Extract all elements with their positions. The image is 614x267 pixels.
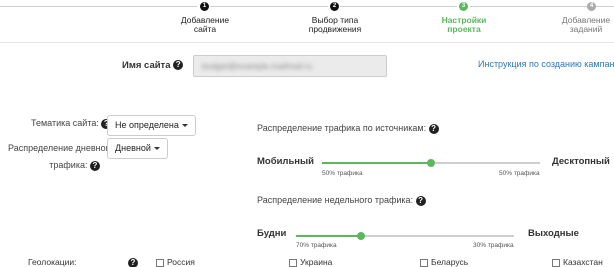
geo-option-label: Украина: [300, 257, 333, 267]
slider-fill: [296, 235, 362, 237]
step-4-label[interactable]: Добавление заданий: [556, 16, 614, 34]
weekly-distribution-title: Распределение недельного трафика: ?: [257, 195, 426, 206]
desktop-caption: 50% трафика: [499, 170, 540, 177]
step-connector: [470, 6, 590, 7]
site-name-value: budget@example.mailmail.ru: [202, 61, 313, 71]
geo-option-ukraine[interactable]: Украина: [289, 257, 332, 267]
step-3-label[interactable]: Настройки проекта: [424, 16, 504, 34]
step-1-indicator[interactable]: 1: [200, 2, 209, 11]
weekend-label: Выходные: [528, 228, 579, 239]
source-distribution-title-text: Распределение трафика по источникам:: [257, 123, 427, 133]
site-name-label: Имя сайта ?: [122, 60, 184, 71]
question-circle-icon[interactable]: ?: [128, 257, 138, 267]
theme-dropdown-value: Не определена: [115, 120, 179, 130]
source-distribution-title: Распределение трафика по источникам: ?: [257, 123, 439, 134]
step-connector: [340, 6, 457, 7]
step-2-label[interactable]: Выбор типа продвижения: [295, 16, 375, 34]
daily-distribution-label-line1: Распределение дневного: [8, 143, 114, 153]
step-connector: [0, 6, 197, 7]
daily-distribution-dropdown[interactable]: Дневной: [107, 138, 168, 159]
checkbox[interactable]: [552, 258, 560, 267]
step-connector: [596, 6, 614, 7]
caret-down-icon: [153, 147, 160, 151]
weekend-caption: 30% трафика: [473, 242, 514, 249]
daily-distribution-value: Дневной: [115, 143, 151, 153]
geo-label: Геолокации:: [28, 257, 77, 267]
slider-fill: [322, 162, 431, 164]
weekdays-label: Будни: [257, 228, 287, 239]
weekly-distribution-title-text: Распределение недельного трафика:: [257, 195, 414, 205]
geo-option-kazakhstan[interactable]: Казахстан: [552, 257, 603, 267]
slider-handle[interactable]: [427, 159, 435, 167]
header-divider: [0, 42, 614, 43]
source-distribution-slider[interactable]: [322, 159, 540, 167]
weekdays-caption: 70% трафика: [296, 242, 337, 249]
step-connector: [210, 6, 328, 7]
step-4-indicator[interactable]: 4: [587, 2, 596, 11]
geo-option-russia[interactable]: Россия: [156, 257, 195, 267]
site-name-field[interactable]: budget@example.mailmail.ru: [193, 55, 387, 77]
mobile-label: Мобильный: [257, 156, 314, 167]
step-3-indicator[interactable]: 3: [459, 2, 468, 11]
theme-label: Тематика сайта: ?: [31, 118, 112, 129]
checkbox[interactable]: [420, 258, 428, 267]
weekly-distribution-slider[interactable]: [296, 232, 514, 240]
site-name-label-text: Имя сайта: [122, 60, 171, 71]
mobile-caption: 50% трафика: [322, 170, 363, 177]
step-2-indicator[interactable]: 2: [330, 2, 339, 11]
geo-option-label: Беларусь: [431, 257, 469, 267]
question-circle-icon[interactable]: ?: [173, 60, 184, 71]
instruction-link[interactable]: Инструкция по созданию кампании в: [478, 59, 614, 69]
desktop-label: Десктопный: [552, 156, 610, 167]
step-3-label-line2: проекта: [447, 24, 481, 34]
geo-option-belarus[interactable]: Беларусь: [420, 257, 468, 267]
step-1-label-line2: сайта: [193, 24, 217, 34]
checkbox[interactable]: [289, 258, 297, 267]
checkbox[interactable]: [156, 258, 164, 267]
question-circle-icon[interactable]: ?: [90, 160, 100, 171]
question-circle-icon[interactable]: ?: [415, 195, 426, 206]
step-1-label[interactable]: Добавление сайта: [165, 16, 245, 34]
caret-down-icon: [181, 124, 188, 128]
geo-option-label: Казахстан: [563, 257, 603, 267]
step-2-label-line2: продвижения: [308, 24, 362, 34]
daily-distribution-label: Распределение дневного трафика: ?: [8, 140, 114, 174]
daily-distribution-label-line2: трафика:: [49, 160, 88, 170]
question-circle-icon[interactable]: ?: [428, 123, 439, 134]
theme-dropdown[interactable]: Не определена: [107, 115, 196, 136]
geo-hint[interactable]: ?: [128, 257, 138, 267]
slider-handle[interactable]: [357, 232, 366, 240]
theme-label-text: Тематика сайта:: [31, 118, 99, 128]
step-4-label-line2: заданий: [569, 24, 603, 34]
geo-option-label: Россия: [167, 257, 195, 267]
